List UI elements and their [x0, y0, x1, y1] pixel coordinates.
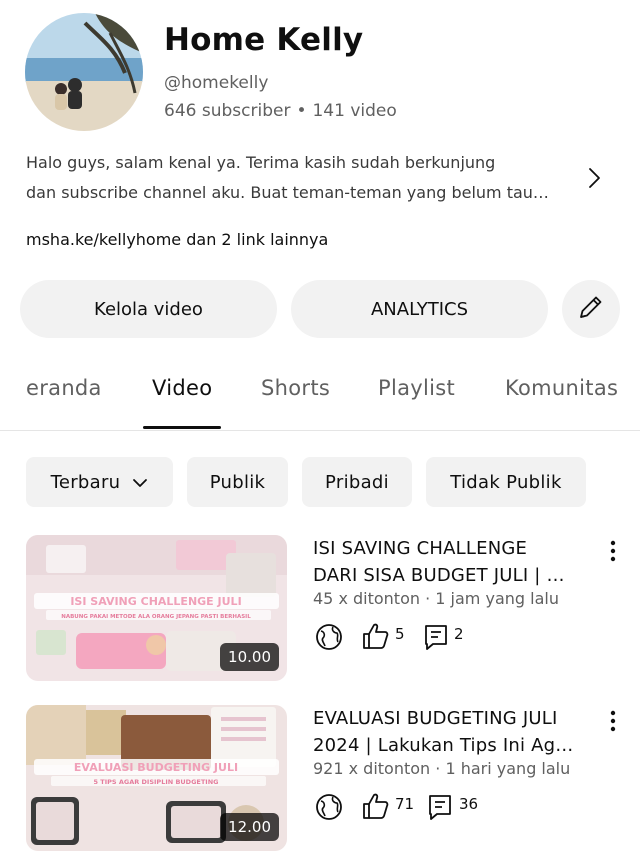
view-count: 921 x ditonton: [313, 759, 431, 778]
globe-icon: [315, 793, 343, 825]
description-line: dan subscribe channel aku. Buat teman-te…: [26, 183, 549, 202]
filter-unlisted-chip[interactable]: Tidak Publik: [426, 457, 586, 507]
like-count: 71: [395, 795, 415, 813]
pencil-icon: [576, 292, 606, 327]
channel-handle: @homekelly: [164, 73, 269, 93]
video-title[interactable]: EVALUASI BUDGETING JULI 2024 | Lakukan T…: [313, 705, 591, 759]
more-vert-icon[interactable]: [604, 539, 622, 563]
description-line: Halo guys, salam kenal ya. Terima kasih …: [26, 153, 496, 172]
thumbnail-subtitle: 5 TIPS AGAR DISIPLIN BUDGETING: [94, 778, 219, 786]
thumb-up-icon: [361, 621, 389, 655]
thumbnail-title: ISI SAVING CHALLENGE JULI: [70, 595, 241, 608]
video-title-line: ISI SAVING CHALLENGE: [313, 538, 528, 559]
channel-links[interactable]: msha.ke/kellyhome dan 2 link lainnya: [26, 230, 328, 249]
video-title-line: 2024 | Lakukan Tips Ini Ag…: [313, 735, 574, 756]
edit-channel-button[interactable]: [562, 280, 620, 338]
filter-public-chip[interactable]: Publik: [187, 457, 288, 507]
video-thumbnail[interactable]: ISI SAVING CHALLENGE JULI NABUNG PAKAI M…: [26, 535, 287, 681]
globe-icon: [315, 623, 343, 655]
active-tab-indicator: [143, 426, 221, 429]
subscriber-count: 646 subscriber: [164, 101, 291, 121]
manage-videos-button[interactable]: Kelola video: [20, 280, 277, 338]
video-count: 141 video: [312, 101, 397, 121]
comment-count: 2: [454, 625, 464, 643]
filter-private-chip[interactable]: Pribadi: [302, 457, 412, 507]
channel-avatar[interactable]: [25, 13, 143, 131]
channel-name: Home Kelly: [164, 22, 364, 58]
video-item[interactable]: ISI SAVING CHALLENGE JULI NABUNG PAKAI M…: [0, 535, 640, 685]
video-stats: 71 36: [313, 791, 613, 823]
channel-description[interactable]: Halo guys, salam kenal ya. Terima kasih …: [26, 148, 574, 208]
analytics-button[interactable]: ANALYTICS: [291, 280, 548, 338]
view-count: 45 x ditonton: [313, 589, 421, 608]
video-title-line: EVALUASI BUDGETING JULI: [313, 708, 558, 729]
comment-icon: [427, 793, 453, 825]
upload-age: 1 jam yang lalu: [435, 589, 559, 608]
stats-separator: •: [296, 101, 307, 121]
chevron-right-icon[interactable]: [583, 165, 605, 191]
sort-dropdown[interactable]: Terbaru: [26, 457, 173, 507]
channel-stats: 646 subscriber • 141 video: [164, 101, 397, 121]
channel-tabs: eranda Video Shorts Playlist Komunitas: [0, 360, 640, 431]
video-duration: 12.00: [220, 813, 279, 841]
video-item[interactable]: EVALUASI BUDGETING JULI 5 TIPS AGAR DISI…: [0, 705, 640, 853]
like-count: 5: [395, 625, 405, 643]
thumbnail-subtitle: NABUNG PAKAI METODE ALA ORANG JEPANG PAS…: [61, 614, 251, 620]
video-title[interactable]: ISI SAVING CHALLENGE DARI SISA BUDGET JU…: [313, 535, 591, 589]
thumbnail-title: EVALUASI BUDGETING JULI: [74, 761, 238, 774]
tab-komunitas[interactable]: Komunitas: [505, 376, 618, 400]
more-vert-icon[interactable]: [604, 709, 622, 733]
tab-playlist[interactable]: Playlist: [378, 376, 455, 400]
video-stats: 5 2: [313, 621, 613, 653]
tab-beranda[interactable]: eranda: [26, 376, 102, 400]
video-duration: 10.00: [220, 643, 279, 671]
video-title-line: DARI SISA BUDGET JULI | …: [313, 565, 565, 586]
video-meta: 921 x ditonton · 1 hari yang lalu: [313, 759, 571, 778]
chevron-down-icon: [132, 472, 148, 493]
video-meta: 45 x ditonton · 1 jam yang lalu: [313, 589, 559, 608]
video-thumbnail[interactable]: EVALUASI BUDGETING JULI 5 TIPS AGAR DISI…: [26, 705, 287, 851]
upload-age: 1 hari yang lalu: [445, 759, 571, 778]
sort-label: Terbaru: [50, 471, 121, 493]
comment-count: 36: [459, 795, 479, 813]
thumb-up-icon: [361, 791, 389, 825]
tab-shorts[interactable]: Shorts: [261, 376, 330, 400]
tab-video[interactable]: Video: [152, 376, 212, 400]
comment-icon: [423, 623, 449, 655]
